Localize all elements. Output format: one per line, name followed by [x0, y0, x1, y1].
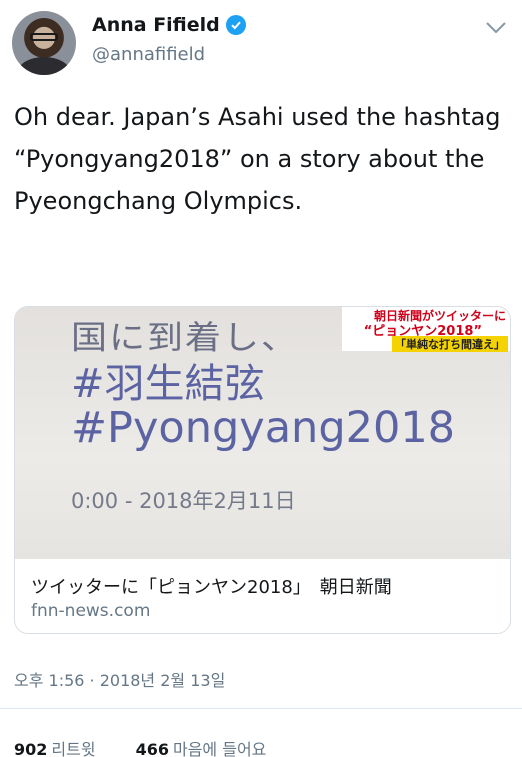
- verified-badge-icon: [225, 15, 246, 35]
- avatar[interactable]: [12, 11, 76, 75]
- chevron-down-icon[interactable]: [484, 20, 508, 36]
- user-handle[interactable]: @annafifield: [92, 44, 205, 65]
- likes-stat[interactable]: 466 마음에 들어요: [136, 736, 267, 757]
- retweets-count: 902: [14, 740, 48, 757]
- name-row: Anna Fifield: [92, 14, 246, 36]
- retweets-stat[interactable]: 902 리트윗: [14, 736, 96, 757]
- likes-label: 마음에 들어요: [172, 740, 267, 757]
- tweet-text: Oh dear. Japan’s Asahi used the hashtag …: [14, 103, 501, 215]
- display-name[interactable]: Anna Fifield: [92, 14, 220, 36]
- retweets-label: 리트윗: [51, 740, 96, 757]
- link-card[interactable]: 国に到着し、 #羽生結弦 #Pyongyang2018 0:00 - 2018年…: [14, 306, 511, 634]
- media-time-text: 0:00 - 2018年2月11日: [71, 489, 296, 513]
- tv-caption-box: 朝日新聞がツイッターに “ピョンヤン2018” 「単純な打ち間違え」: [342, 307, 510, 352]
- tweet-timestamp[interactable]: 오후 1:56 · 2018년 2월 13일: [14, 667, 225, 691]
- divider: [0, 708, 522, 709]
- media-hashtag-2: #Pyongyang2018: [71, 403, 456, 453]
- likes-count: 466: [135, 740, 169, 757]
- avatar-glasses: [30, 33, 58, 41]
- avatar-shoulders: [18, 57, 70, 75]
- engagement-stats: 902 리트윗 466 마음에 들어요: [14, 736, 266, 757]
- card-media-image[interactable]: 国に到着し、 #羽生結弦 #Pyongyang2018 0:00 - 2018年…: [15, 307, 510, 559]
- card-domain[interactable]: fnn-news.com: [31, 601, 150, 621]
- tweet-header: Anna Fifield @annafifield: [0, 0, 522, 90]
- tv-caption-line3: 「単純な打ち間違え」: [392, 336, 508, 352]
- card-title[interactable]: ツイッターに「ピョンヤン2018」 朝日新聞: [31, 573, 392, 599]
- media-hashtag-1: #羽生結弦: [71, 361, 265, 407]
